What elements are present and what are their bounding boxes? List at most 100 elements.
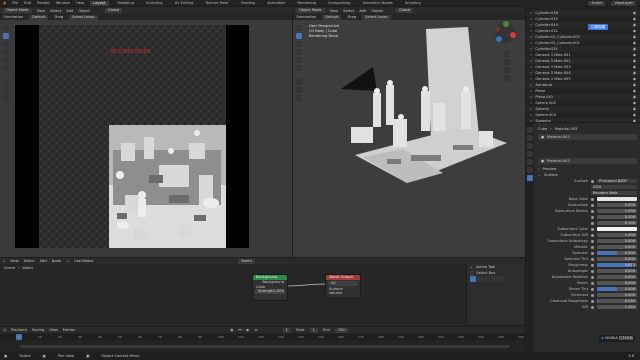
material-slot-name[interactable]: Material.003 xyxy=(547,135,570,139)
property-field[interactable] xyxy=(597,226,637,232)
property-field[interactable]: 0.000 xyxy=(597,280,637,286)
property-field[interactable]: 1.450 xyxy=(597,304,637,310)
timeline-menu-keying[interactable]: Keying xyxy=(32,328,44,332)
visibility-eye-icon[interactable]: ◉ xyxy=(633,47,636,51)
timeline-menu-marker[interactable]: Marker xyxy=(63,328,75,332)
property-field[interactable]: 0.000 xyxy=(597,292,637,298)
pan-hand-icon[interactable] xyxy=(504,59,510,65)
left-viewport[interactable]: Object Mode View Select Add Object Globa… xyxy=(0,7,292,257)
visibility-eye-icon[interactable]: ◉ xyxy=(633,11,636,15)
node-menu-add[interactable]: Add xyxy=(40,259,47,263)
scale-tool-icon[interactable] xyxy=(3,57,9,63)
tab-texture-paint[interactable]: Texture Paint xyxy=(202,1,231,6)
mode-subtract-icon[interactable] xyxy=(484,276,490,282)
mode-extend-icon[interactable] xyxy=(477,276,483,282)
use-nodes-checkbox[interactable]: ☑ xyxy=(66,259,69,263)
tab-uv-editing[interactable]: UV Editing xyxy=(172,1,197,6)
visibility-eye-icon[interactable]: ◉ xyxy=(633,107,636,111)
property-field[interactable]: 0.200 xyxy=(597,214,637,220)
outliner-panel[interactable]: ▽ Cylinder.036 ◉ ▽ Cylinder.035 ◉ ▽ Cylinder.04… xyxy=(526,7,640,122)
visibility-eye-icon[interactable]: ◉ xyxy=(633,95,636,99)
node-menu-view[interactable]: View xyxy=(10,259,19,263)
material-datablock[interactable]: ● Material.003 xyxy=(538,158,637,164)
visibility-eye-icon[interactable]: ◉ xyxy=(633,53,636,57)
tab-shading[interactable]: Shading xyxy=(238,1,259,6)
strength-value[interactable]: 1.000 xyxy=(274,289,284,294)
select-box-tool-icon[interactable] xyxy=(3,33,9,39)
surface-shader-field[interactable]: Principled BSDF xyxy=(597,178,637,184)
render-props-icon[interactable] xyxy=(527,127,533,133)
left-menu-view[interactable]: View xyxy=(37,9,46,13)
drag-value[interactable]: Select Lasso xyxy=(69,14,98,20)
output-props-icon[interactable] xyxy=(527,135,533,141)
scene-selector[interactable]: Scene xyxy=(588,0,606,6)
property-field[interactable]: 0.000 xyxy=(597,274,637,280)
menu-render[interactable]: Render xyxy=(37,1,50,5)
object-props-icon[interactable] xyxy=(527,159,533,165)
property-field[interactable]: 0.000 xyxy=(597,202,637,208)
visibility-eye-icon[interactable]: ◉ xyxy=(633,29,636,33)
outliner-item[interactable]: ▽ Suzanne ◉ xyxy=(526,118,640,122)
move-tool-icon[interactable] xyxy=(3,41,9,47)
transform-tool-icon[interactable] xyxy=(3,65,9,71)
tab-scripting[interactable]: Scripting xyxy=(402,1,424,6)
modifier-props-icon[interactable] xyxy=(527,167,533,173)
visibility-eye-icon[interactable]: ◉ xyxy=(633,59,636,63)
end-frame-field[interactable]: 250 xyxy=(334,327,348,333)
blender-logo-icon[interactable]: ◉ xyxy=(3,1,6,5)
orientation-value[interactable]: Default xyxy=(29,14,49,20)
jump-end-icon[interactable]: ⏭ xyxy=(254,328,257,332)
view-layer-selector[interactable]: ViewLayer xyxy=(611,0,636,6)
timeline[interactable]: ◷ Playback Keying View Marker ● ⏮ ▶ ⏭ 1 … xyxy=(0,327,525,352)
world-props-icon[interactable] xyxy=(527,151,533,157)
tab-layout[interactable]: Layout xyxy=(90,0,109,6)
right-viewport[interactable]: Object Mode View Select Add Object Globa… xyxy=(293,7,525,257)
visibility-eye-icon[interactable]: ◉ xyxy=(633,35,636,39)
tab-compositing[interactable]: Compositing xyxy=(325,1,354,6)
tab-rendering[interactable]: Rendering xyxy=(295,1,319,6)
node-menu-select[interactable]: Select xyxy=(24,259,35,263)
visibility-eye-icon[interactable]: ◉ xyxy=(633,101,636,105)
left-menu-add[interactable]: Add xyxy=(66,9,73,13)
target-dropdown[interactable]: All xyxy=(328,281,358,286)
background-node[interactable]: Background Background Color Strength 1.00… xyxy=(252,274,288,301)
timeline-menu-view[interactable]: View xyxy=(49,328,58,332)
add-cube-tool-icon[interactable] xyxy=(3,95,9,101)
start-frame-field[interactable]: 1 xyxy=(309,327,318,333)
measure-tool-icon[interactable] xyxy=(3,87,9,93)
nvidia-badge[interactable]: ◉ NVIDIA 控制面板 xyxy=(599,335,636,342)
timeline-ruler[interactable]: 0 10 20 30 40 50 60 70 80 90 100 110 120 130 140 150 160… xyxy=(0,334,525,340)
tab-modeling[interactable]: Modeling xyxy=(115,1,137,6)
zoom-icon[interactable] xyxy=(504,51,510,57)
property-field[interactable]: 0.030 xyxy=(597,298,637,304)
property-field[interactable]: 0.000 xyxy=(597,268,637,274)
record-icon[interactable]: ● xyxy=(230,328,233,332)
property-field[interactable]: 0.000 xyxy=(597,238,637,244)
menu-edit[interactable]: Edit xyxy=(24,1,31,5)
menu-window[interactable]: Window xyxy=(56,1,70,5)
play-icon[interactable]: ▶ xyxy=(247,328,250,332)
menu-file[interactable]: File xyxy=(12,1,18,5)
world-output-node[interactable]: World Output All Surface Volume xyxy=(325,274,361,299)
mode-intersect-icon[interactable] xyxy=(498,276,504,282)
node-editor-type-icon[interactable]: ⌗ xyxy=(3,259,5,263)
visibility-eye-icon[interactable]: ◉ xyxy=(633,71,636,75)
visibility-eye-icon[interactable]: ◉ xyxy=(633,113,636,117)
jump-start-icon[interactable]: ⏮ xyxy=(238,328,241,332)
material-props-icon[interactable] xyxy=(527,175,533,181)
left-menu-object[interactable]: Object xyxy=(78,9,90,13)
menu-help[interactable]: Help xyxy=(76,1,84,5)
navigation-gizmo[interactable] xyxy=(493,21,517,45)
visibility-eye-icon[interactable]: ◉ xyxy=(633,89,636,93)
tab-sculpting[interactable]: Sculpting xyxy=(143,1,166,6)
ortho-grid-icon[interactable] xyxy=(504,75,510,81)
material-name-field[interactable]: Material.003 xyxy=(547,159,570,163)
current-frame-field[interactable]: 1 xyxy=(282,327,291,333)
visibility-eye-icon[interactable]: ◉ xyxy=(633,77,636,81)
properties-panel[interactable]: Cube › Material.003 ● Material.003 ● Mat… xyxy=(526,123,640,352)
property-field[interactable]: 1.000 xyxy=(597,208,637,214)
subsurface-method-dropdown[interactable]: Random Walk xyxy=(591,190,637,196)
property-field[interactable]: 1.400 xyxy=(597,232,637,238)
mode-set-icon[interactable] xyxy=(470,276,476,282)
tab-geometry-nodes[interactable]: Geometry Nodes xyxy=(359,1,395,6)
